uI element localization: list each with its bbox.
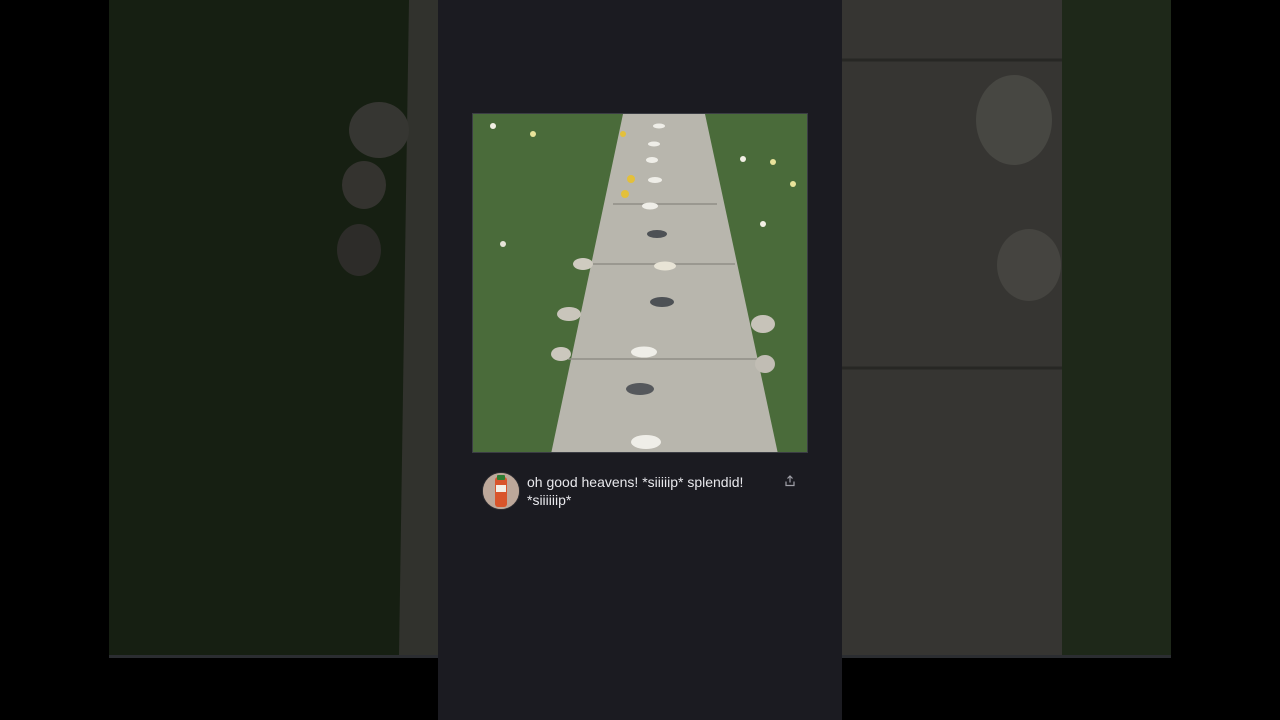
- avatar[interactable]: [482, 472, 520, 510]
- share-button[interactable]: [781, 472, 799, 490]
- post-caption: oh good heavens! *siiiiip* splendid! *si…: [527, 474, 744, 508]
- post-image[interactable]: [472, 113, 808, 453]
- share-icon: [785, 475, 795, 487]
- post-row: oh good heavens! *siiiiip* splendid! *si…: [482, 472, 802, 520]
- feed-column: oh good heavens! *siiiiip* splendid! *si…: [438, 0, 842, 720]
